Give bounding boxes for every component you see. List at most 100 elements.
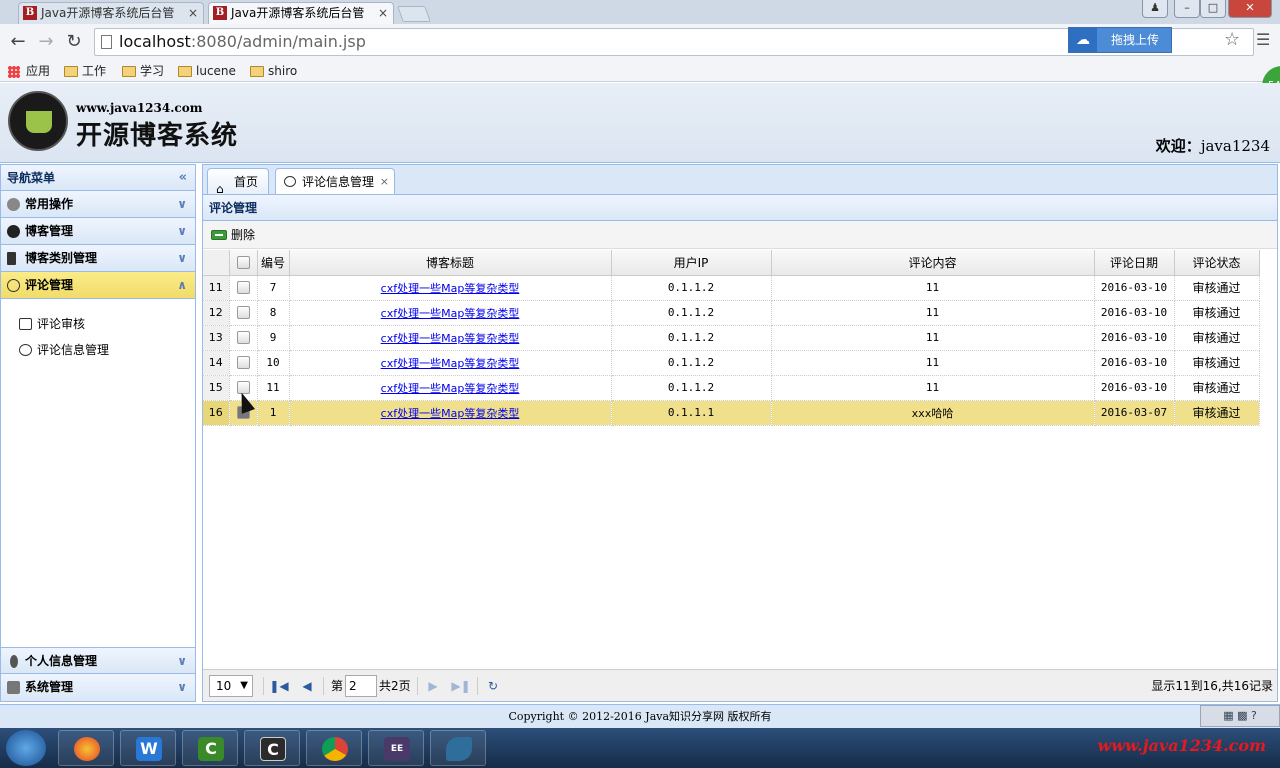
next-page-icon[interactable]: ▶: [423, 676, 443, 696]
taskbar-app-camtasia-2[interactable]: C: [244, 730, 300, 766]
taskbar-app-pinwheel[interactable]: [58, 730, 114, 766]
taskbar-app-camtasia-1[interactable]: C: [182, 730, 238, 766]
blog-title-link[interactable]: cxf处理一些Map等复杂类型: [381, 332, 520, 345]
browser-tab-1[interactable]: B Java开源博客系统后台管 ×: [18, 2, 204, 24]
collapse-left-icon[interactable]: «: [179, 165, 187, 191]
bookmark-folder-lucene[interactable]: lucene: [178, 62, 236, 80]
delete-icon: [211, 230, 227, 240]
nav-section-personal[interactable]: 个人信息管理 ∨: [1, 647, 195, 674]
left-nav-panel: 导航菜单 « 常用操作 ∨ 博客管理 ∨ 博客类别管理 ∨ 评论管理 ∧ 评论审…: [0, 164, 196, 702]
ime-tray[interactable]: ▦ ▩ ?: [1200, 705, 1280, 727]
taskbar-app-word[interactable]: W: [120, 730, 176, 766]
welcome-user: java1234: [1200, 137, 1270, 155]
table-row[interactable]: 13 9 cxf处理一些Map等复杂类型 0.1.1.2 11 2016-03-…: [203, 325, 1260, 351]
page-info: 显示11到16,共16记录: [1151, 679, 1273, 693]
nav-section-common[interactable]: 常用操作 ∨: [1, 191, 195, 218]
bookmark-folder-shiro[interactable]: shiro: [250, 62, 297, 80]
maximize-button[interactable]: □: [1200, 0, 1226, 18]
cell-id: 9: [257, 325, 290, 351]
cell-ip: 0.1.1.2: [611, 375, 772, 401]
table-row[interactable]: 11 7 cxf处理一些Map等复杂类型 0.1.1.2 11 2016-03-…: [203, 275, 1260, 301]
close-tab-icon[interactable]: ×: [380, 169, 389, 195]
row-select: [229, 275, 258, 301]
table-row[interactable]: 15 11 cxf处理一些Map等复杂类型 0.1.1.2 11 2016-03…: [203, 375, 1260, 401]
bookmark-folder-work[interactable]: 工作: [64, 62, 106, 80]
page-number-input[interactable]: 2: [345, 675, 377, 697]
close-window-button[interactable]: ✕: [1228, 0, 1272, 18]
taskbar-app-eclipse[interactable]: EE: [368, 730, 424, 766]
cell-ip: 0.1.1.2: [611, 275, 772, 301]
back-arrow-icon[interactable]: ←: [6, 30, 30, 54]
windows-start-icon[interactable]: [6, 730, 46, 766]
nav-item-comment-info[interactable]: 评论信息管理: [1, 337, 195, 363]
refresh-icon[interactable]: ↻: [483, 676, 503, 696]
taskbar-app-dolphin[interactable]: [430, 730, 486, 766]
nav-item-comment-review[interactable]: 评论审核: [1, 311, 195, 337]
forward-arrow-icon[interactable]: →: [34, 30, 58, 54]
prev-page-icon[interactable]: ◀: [297, 676, 317, 696]
close-tab-icon[interactable]: ×: [378, 3, 388, 23]
cell-title: cxf处理一些Map等复杂类型: [289, 300, 612, 326]
bookmark-label: shiro: [268, 64, 298, 78]
column-header-status[interactable]: 评论状态: [1174, 250, 1260, 276]
bookmark-icon: [7, 252, 16, 265]
drag-upload-button[interactable]: ☁ 拖拽上传: [1068, 27, 1172, 53]
taskbar-app-chrome[interactable]: [306, 730, 362, 766]
table-row[interactable]: 12 8 cxf处理一些Map等复杂类型 0.1.1.2 11 2016-03-…: [203, 300, 1260, 326]
page-size-value: 10: [216, 679, 232, 693]
folder-icon: [122, 66, 136, 77]
chrome-menu-icon[interactable]: ☰: [1256, 30, 1270, 49]
column-header-content[interactable]: 评论内容: [771, 250, 1095, 276]
browser-tab-2[interactable]: B Java开源博客系统后台管 ×: [208, 2, 394, 24]
new-tab-button[interactable]: [397, 6, 431, 22]
expand-icon: ∨: [177, 197, 187, 211]
row-checkbox[interactable]: [236, 306, 250, 320]
first-page-icon[interactable]: ❚◀: [269, 676, 289, 696]
row-checkbox[interactable]: [236, 356, 250, 370]
blog-title-link[interactable]: cxf处理一些Map等复杂类型: [381, 282, 520, 295]
nav-section-system[interactable]: 系统管理 ∨: [1, 674, 195, 701]
user-icon[interactable]: ♟: [1142, 0, 1168, 18]
apps-grid-icon: [8, 66, 20, 78]
nav-section-comment[interactable]: 评论管理 ∧: [1, 272, 195, 299]
column-header-ip[interactable]: 用户IP: [611, 250, 772, 276]
close-tab-icon[interactable]: ×: [188, 3, 198, 23]
table-row[interactable]: 14 10 cxf处理一些Map等复杂类型 0.1.1.2 11 2016-03…: [203, 350, 1260, 376]
tab-comment-info[interactable]: 评论信息管理 ×: [275, 168, 395, 195]
folder-icon: [64, 66, 78, 77]
page-size-select[interactable]: 10 ▼: [209, 675, 253, 697]
bookmark-folder-study[interactable]: 学习: [122, 62, 164, 80]
cell-date: 2016-03-10: [1094, 275, 1175, 301]
review-icon: [19, 318, 32, 330]
nav-section-blog-type[interactable]: 博客类别管理 ∨: [1, 245, 195, 272]
select-all-checkbox[interactable]: [236, 256, 250, 270]
bookmark-star-icon[interactable]: ☆: [1224, 29, 1240, 50]
cell-title: cxf处理一些Map等复杂类型: [289, 400, 612, 426]
row-select: [229, 350, 258, 376]
cell-content: xxx哈哈: [771, 400, 1095, 426]
nav-section-blog[interactable]: 博客管理 ∨: [1, 218, 195, 245]
welcome-text: 欢迎：java1234: [1156, 135, 1270, 156]
last-page-icon[interactable]: ▶❚: [451, 676, 471, 696]
row-select: [229, 300, 258, 326]
blog-title-link[interactable]: cxf处理一些Map等复杂类型: [381, 307, 520, 320]
delete-button[interactable]: 删除: [209, 225, 255, 245]
table-row-selected[interactable]: 16 1 cxf处理一些Map等复杂类型 0.1.1.1 xxx哈哈 2016-…: [203, 400, 1260, 426]
blog-title-link[interactable]: cxf处理一些Map等复杂类型: [381, 407, 520, 420]
comment-panel: 评论管理 删除 编号 博客标题 用户IP 评论内容 评论日期 评论状态 11 7…: [202, 194, 1278, 702]
blog-title-link[interactable]: cxf处理一些Map等复杂类型: [381, 357, 520, 370]
row-checkbox[interactable]: [236, 331, 250, 345]
comment-icon: [7, 279, 20, 292]
reload-icon[interactable]: ↻: [62, 30, 86, 54]
bookmark-label: 应用: [26, 64, 51, 78]
minimize-button[interactable]: –: [1174, 0, 1200, 18]
column-header-date[interactable]: 评论日期: [1094, 250, 1175, 276]
nav-section-label: 个人信息管理: [25, 654, 98, 668]
row-checkbox[interactable]: [236, 281, 250, 295]
tab-home[interactable]: ⌂ 首页: [207, 168, 269, 196]
system-icon: [7, 681, 20, 694]
bookmark-apps[interactable]: 应用: [8, 62, 50, 80]
column-header-id[interactable]: 编号: [257, 250, 290, 276]
blog-title-link[interactable]: cxf处理一些Map等复杂类型: [381, 382, 520, 395]
column-header-title[interactable]: 博客标题: [289, 250, 612, 276]
